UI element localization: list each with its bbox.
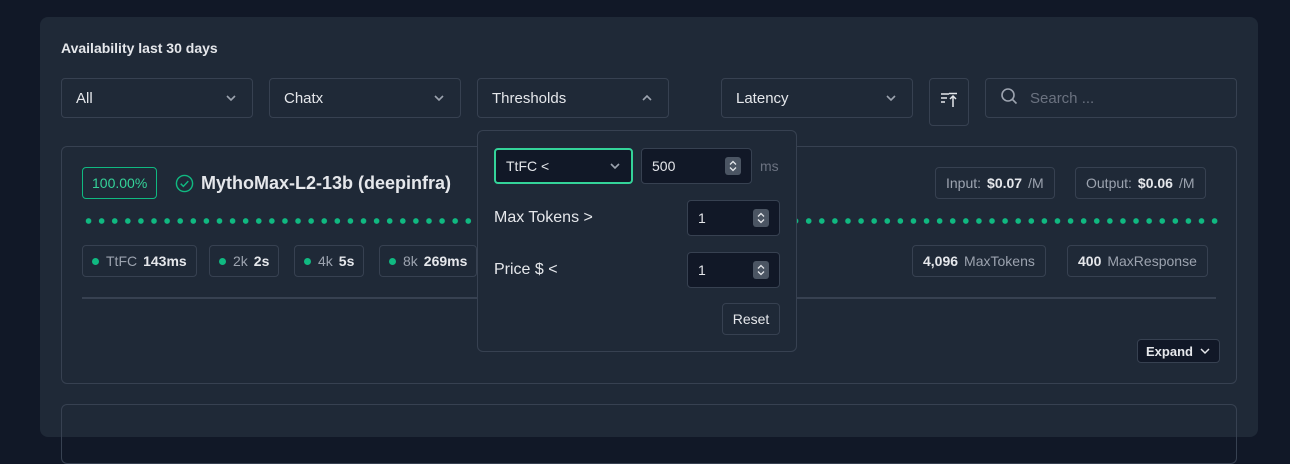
price-threshold-label: Price $ < <box>494 261 558 278</box>
max-response-label: MaxResponse <box>1107 253 1197 269</box>
uptime-badge: 100.00% <box>82 167 158 199</box>
max-tokens-label: MaxTokens <box>964 253 1035 269</box>
expand-label: Expand <box>1146 343 1193 359</box>
search-icon <box>1000 87 1018 110</box>
chevron-down-icon <box>224 91 238 105</box>
max-tokens-value: 4,096 <box>923 253 959 269</box>
metric-value: 269ms <box>423 253 468 269</box>
max-tokens-badge: 4,096 MaxTokens <box>912 245 1046 277</box>
provider-filter-select[interactable]: All <box>61 78 253 118</box>
expand-button[interactable]: Expand <box>1137 339 1220 363</box>
threshold-metric-value: TtFC < <box>506 158 550 174</box>
chevron-down-icon <box>1200 348 1210 355</box>
reset-button[interactable]: Reset <box>722 303 780 335</box>
metric-badge-ttfc: TtFC 143ms <box>82 245 197 277</box>
chevron-down-icon <box>884 91 898 105</box>
price-threshold-input[interactable]: 1 <box>687 252 780 288</box>
section-title: Availability last 30 days <box>61 40 218 56</box>
metric-label: 8k <box>403 253 418 269</box>
threshold-metric-input-value: 500 <box>652 158 676 174</box>
price-threshold-value: 1 <box>698 262 706 278</box>
model-card-next <box>61 404 1237 464</box>
output-price-value: $0.06 <box>1137 175 1173 191</box>
status-dot <box>389 257 396 265</box>
input-price-label: Input: <box>946 175 982 191</box>
threshold-metric-input[interactable]: 500 <box>641 148 752 184</box>
status-dot <box>304 257 311 265</box>
metric-badge-4k: 4k 5s <box>294 245 365 277</box>
metric-label: TtFC <box>106 253 138 269</box>
thresholds-popover: TtFC < 500 ms Max Tokens > 1 Price $ < 1… <box>477 130 797 352</box>
sort-direction-button[interactable] <box>929 78 969 126</box>
input-price-unit: /M <box>1028 175 1044 191</box>
stepper-icon[interactable] <box>725 157 741 175</box>
type-filter-select[interactable]: Chatx <box>269 78 461 118</box>
metric-value: 2s <box>253 253 270 269</box>
threshold-metric-select[interactable]: TtFC < <box>494 148 633 184</box>
status-dot <box>219 257 226 265</box>
input-price-badge: Input: $0.07 /M <box>935 167 1055 199</box>
metric-label: 4k <box>318 253 333 269</box>
sort-value: Latency <box>736 89 789 107</box>
output-price-unit: /M <box>1178 175 1195 191</box>
metric-value: 5s <box>338 253 355 269</box>
sort-select[interactable]: Latency <box>721 78 913 118</box>
output-price-label: Output: <box>1086 175 1132 191</box>
chevron-down-icon <box>432 91 446 105</box>
chevron-down-icon <box>610 163 620 170</box>
max-response-value: 400 <box>1078 253 1102 269</box>
thresholds-select[interactable]: Thresholds <box>477 78 669 118</box>
metric-badge-2k: 2k 2s <box>209 245 280 277</box>
sort-ascending-icon <box>940 92 958 113</box>
metric-badge-8k: 8k 269ms <box>379 245 478 277</box>
stepper-icon[interactable] <box>753 261 769 279</box>
search-box[interactable] <box>985 78 1237 118</box>
max-tokens-threshold-label: Max Tokens > <box>494 209 593 226</box>
input-price-value: $0.07 <box>987 175 1023 191</box>
stepper-icon[interactable] <box>753 209 769 227</box>
max-tokens-threshold-value: 1 <box>698 210 706 226</box>
metric-label: 2k <box>233 253 248 269</box>
type-filter-value: Chatx <box>284 89 324 107</box>
chevron-up-icon <box>640 91 654 105</box>
threshold-metric-unit: ms <box>760 158 779 174</box>
metric-value: 143ms <box>143 253 187 269</box>
status-dot <box>92 257 99 265</box>
max-response-badge: 400 MaxResponse <box>1067 245 1208 277</box>
thresholds-label: Thresholds <box>492 89 567 107</box>
model-name: MythoMax-L2-13b (deepinfra) <box>201 173 452 193</box>
output-price-badge: Output: $0.06 /M <box>1075 167 1206 199</box>
provider-filter-value: All <box>76 89 93 107</box>
check-circle-icon <box>175 174 194 193</box>
model-title: MythoMax-L2-13b (deepinfra) <box>175 173 451 194</box>
search-input[interactable] <box>1028 88 1222 108</box>
max-tokens-threshold-input[interactable]: 1 <box>687 200 780 236</box>
